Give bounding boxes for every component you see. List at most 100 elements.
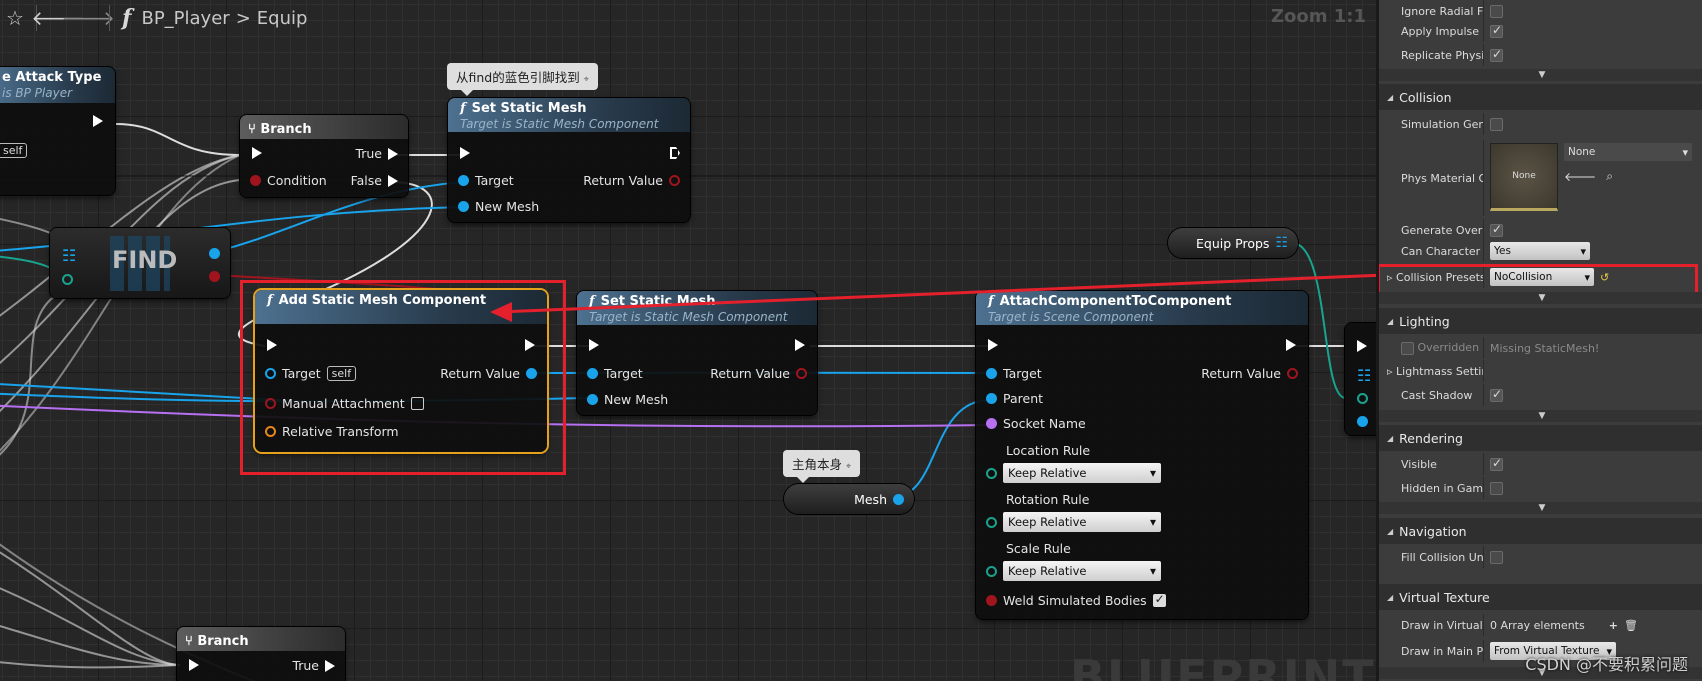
category-label: Rendering [1399,430,1463,446]
expand-more-icon[interactable]: ▼ [1379,410,1702,422]
phys-material-dropdown[interactable]: None [1564,143,1692,161]
set-static-mesh-node-2[interactable]: f Set Static Mesh Target is Static Mesh Co… [577,291,817,415]
browse-search-icon[interactable]: ⌕ [1606,169,1613,184]
ignore-radial-checkbox[interactable] [1490,4,1503,18]
true-exec-pin[interactable] [388,147,398,160]
find-bool-pin[interactable] [209,271,220,282]
target-pin[interactable] [587,368,598,379]
thumbnail-label: None [1512,171,1536,181]
return-pin[interactable] [1287,368,1298,379]
true-pin-label: True [355,146,382,161]
scale-rule-label: Scale Rule [1006,541,1071,556]
visible-checkbox[interactable] [1490,456,1503,471]
node-title: Set Static Mesh [600,294,716,309]
target-label: Target [1003,366,1042,381]
false-exec-pin[interactable] [388,174,398,187]
exec-in-pin[interactable] [460,147,470,159]
rotation-rule-dropdown[interactable]: Keep Relative [1003,512,1161,532]
generate-overlap-checkbox[interactable] [1490,222,1503,237]
category-label: Navigation [1399,523,1467,539]
mesh-variable[interactable]: Mesh [784,484,914,514]
equip-props-variable[interactable]: Equip Props ☷ [1168,228,1298,258]
location-rule-dropdown[interactable]: Keep Relative [1003,463,1161,483]
rotation-rule-pin[interactable] [986,516,997,528]
exec-in-pin[interactable] [252,147,262,159]
phys-material-thumbnail[interactable]: None [1490,143,1558,211]
highlight-box [240,280,566,475]
input-pin[interactable] [1357,416,1368,427]
branch-node-2[interactable]: ⑂ Branch True [177,627,345,681]
virtual-texture-category[interactable]: Virtual Texture [1379,584,1702,610]
add-element-icon[interactable]: + [1609,619,1618,632]
details-panel: Ignore Radial Force Apply Impulse on D R… [1376,0,1702,681]
find-node[interactable]: FIND ☷ [50,228,230,298]
lighting-category[interactable]: Lighting [1379,308,1702,334]
overridden-checkbox[interactable] [1401,341,1414,355]
property-label: Simulation Generat [1401,117,1483,131]
exec-out-pin[interactable] [1286,339,1296,351]
forward-arrow-icon[interactable]: 🡒 [61,3,115,33]
mesh-out-pin[interactable] [893,493,904,505]
exec-in-pin[interactable] [589,339,599,351]
navigation-category[interactable]: Navigation [1379,518,1702,544]
property-label: Hidden in Game [1401,481,1483,495]
node-subtitle: Target is Scene Component [988,310,1154,324]
target-pin[interactable] [458,175,469,186]
hidden-in-game-checkbox[interactable] [1490,481,1503,495]
node-subtitle: Target is Static Mesh Component [589,310,788,324]
cast-shadow-checkbox[interactable] [1490,387,1503,402]
find-in-pin[interactable] [62,274,73,285]
exec-in-pin[interactable] [1357,340,1367,352]
target-label: Target [475,173,514,188]
node-subtitle: is BP Player [2,86,73,100]
find-index-pin[interactable] [209,248,220,259]
breadcrumb-blueprint[interactable]: BP_Player [141,8,229,29]
rendering-category[interactable]: Rendering [1379,425,1702,451]
condition-pin[interactable] [250,175,261,186]
offscreen-node[interactable]: ☷ [1345,323,1376,435]
array-elements-text: 0 Array elements [1490,618,1585,632]
true-exec-pin[interactable] [325,659,335,672]
scale-rule-dropdown[interactable]: Keep Relative [1003,561,1161,581]
scale-rule-pin[interactable] [986,565,997,577]
replicate-physics-checkbox[interactable] [1490,47,1503,62]
parent-pin[interactable] [986,393,997,404]
input-pin[interactable] [1357,393,1368,404]
trash-icon[interactable]: 🗑 [1624,619,1638,632]
comment-bubble[interactable]: 主角本身 ⌖ [783,450,861,483]
can-step-dropdown[interactable]: Yes [1490,242,1590,260]
new-mesh-pin[interactable] [587,394,598,405]
exec-out-pin[interactable] [93,115,103,127]
blueprint-graph[interactable]: ☆ 🡐 🡒 f BP_Player > Equip Zoom 1:1 BLUEP… [0,0,1376,681]
weld-pin[interactable] [986,595,997,606]
expand-more-icon[interactable]: ▼ [1379,69,1702,81]
set-static-mesh-node[interactable]: f Set Static Mesh Target is Static Mesh Co… [448,98,690,222]
exec-in-pin[interactable] [189,659,199,671]
sim-generates-checkbox[interactable] [1490,117,1503,131]
branch-node[interactable]: ⑂ Branch True Condition False [240,115,408,197]
exec-in-pin[interactable] [988,339,998,351]
exec-out-pin[interactable] [670,147,680,159]
attach-component-node[interactable]: f AttachComponentToComponent Target is Sce… [976,291,1308,619]
new-mesh-pin[interactable] [458,201,469,212]
return-pin[interactable] [796,368,807,379]
star-icon[interactable]: ☆ [0,3,30,33]
exec-out-pin[interactable] [795,339,805,351]
weld-checkbox[interactable] [1152,592,1166,607]
use-selected-arrow-icon[interactable]: 🡐 [1564,169,1596,184]
apply-impulse-checkbox[interactable] [1490,23,1503,38]
property-label: Fill Collision Underr [1401,550,1483,564]
array-icon: ☷ [1357,366,1372,385]
breadcrumb-graph[interactable]: Equip [257,8,308,29]
cast-node[interactable]: e Attack Type is BP Player self [0,67,115,195]
expand-more-icon[interactable]: ▼ [1379,292,1702,304]
collision-category[interactable]: Collision [1379,84,1702,110]
comment-bubble[interactable]: 从find的蓝色引脚找到 ⌖ [447,63,598,96]
function-icon: f [988,294,994,309]
location-rule-pin[interactable] [986,467,997,479]
return-pin[interactable] [669,175,680,186]
fill-collision-checkbox[interactable] [1490,550,1503,564]
target-pin[interactable] [986,368,997,379]
expand-more-icon[interactable]: ▼ [1379,502,1702,514]
socket-name-pin[interactable] [986,418,997,429]
